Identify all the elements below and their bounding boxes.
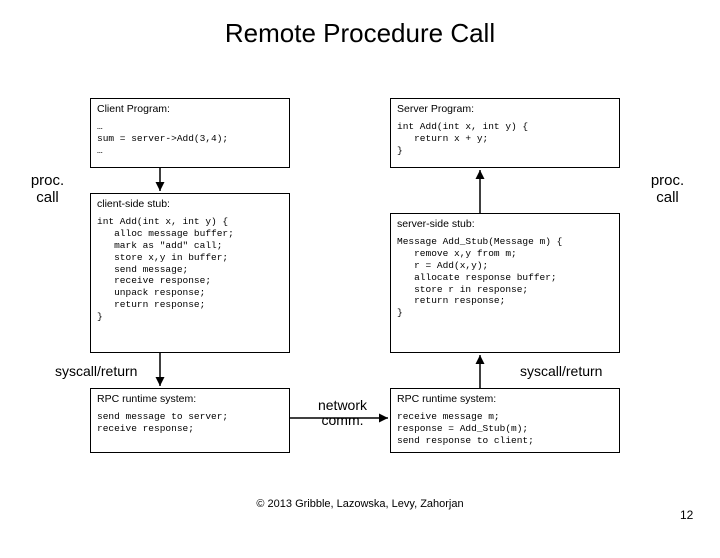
proc-call-right-label: proc. call bbox=[640, 173, 695, 206]
client-runtime-box: RPC runtime system: send message to serv… bbox=[90, 388, 290, 453]
server-stub-code: Message Add_Stub(Message m) { remove x,y… bbox=[397, 236, 613, 319]
server-runtime-title: RPC runtime system: bbox=[397, 393, 613, 405]
server-stub-title: server-side stub: bbox=[397, 218, 613, 230]
client-runtime-code: send message to server; receive response… bbox=[97, 411, 283, 435]
server-runtime-box: RPC runtime system: receive message m; r… bbox=[390, 388, 620, 453]
copyright: © 2013 Gribble, Lazowska, Levy, Zahorjan bbox=[0, 498, 720, 510]
network-label: network comm. bbox=[310, 398, 375, 429]
syscall-left-label: syscall/return bbox=[55, 363, 137, 379]
client-runtime-title: RPC runtime system: bbox=[97, 393, 283, 405]
client-program-box: Client Program: … sum = server->Add(3,4)… bbox=[90, 98, 290, 168]
page-title: Remote Procedure Call bbox=[0, 18, 720, 49]
client-title: Client Program: bbox=[97, 103, 283, 115]
proc-call-left-label: proc. call bbox=[20, 173, 75, 206]
server-program-box: Server Program: int Add(int x, int y) { … bbox=[390, 98, 620, 168]
server-stub-box: server-side stub: Message Add_Stub(Messa… bbox=[390, 213, 620, 353]
server-title: Server Program: bbox=[397, 103, 613, 115]
syscall-right-label: syscall/return bbox=[520, 363, 602, 379]
client-code: … sum = server->Add(3,4); … bbox=[97, 121, 283, 157]
client-stub-box: client-side stub: int Add(int x, int y) … bbox=[90, 193, 290, 353]
server-code: int Add(int x, int y) { return x + y; } bbox=[397, 121, 613, 157]
server-runtime-code: receive message m; response = Add_Stub(m… bbox=[397, 411, 613, 447]
client-stub-title: client-side stub: bbox=[97, 198, 283, 210]
client-stub-code: int Add(int x, int y) { alloc message bu… bbox=[97, 216, 283, 323]
page-number: 12 bbox=[680, 508, 693, 522]
